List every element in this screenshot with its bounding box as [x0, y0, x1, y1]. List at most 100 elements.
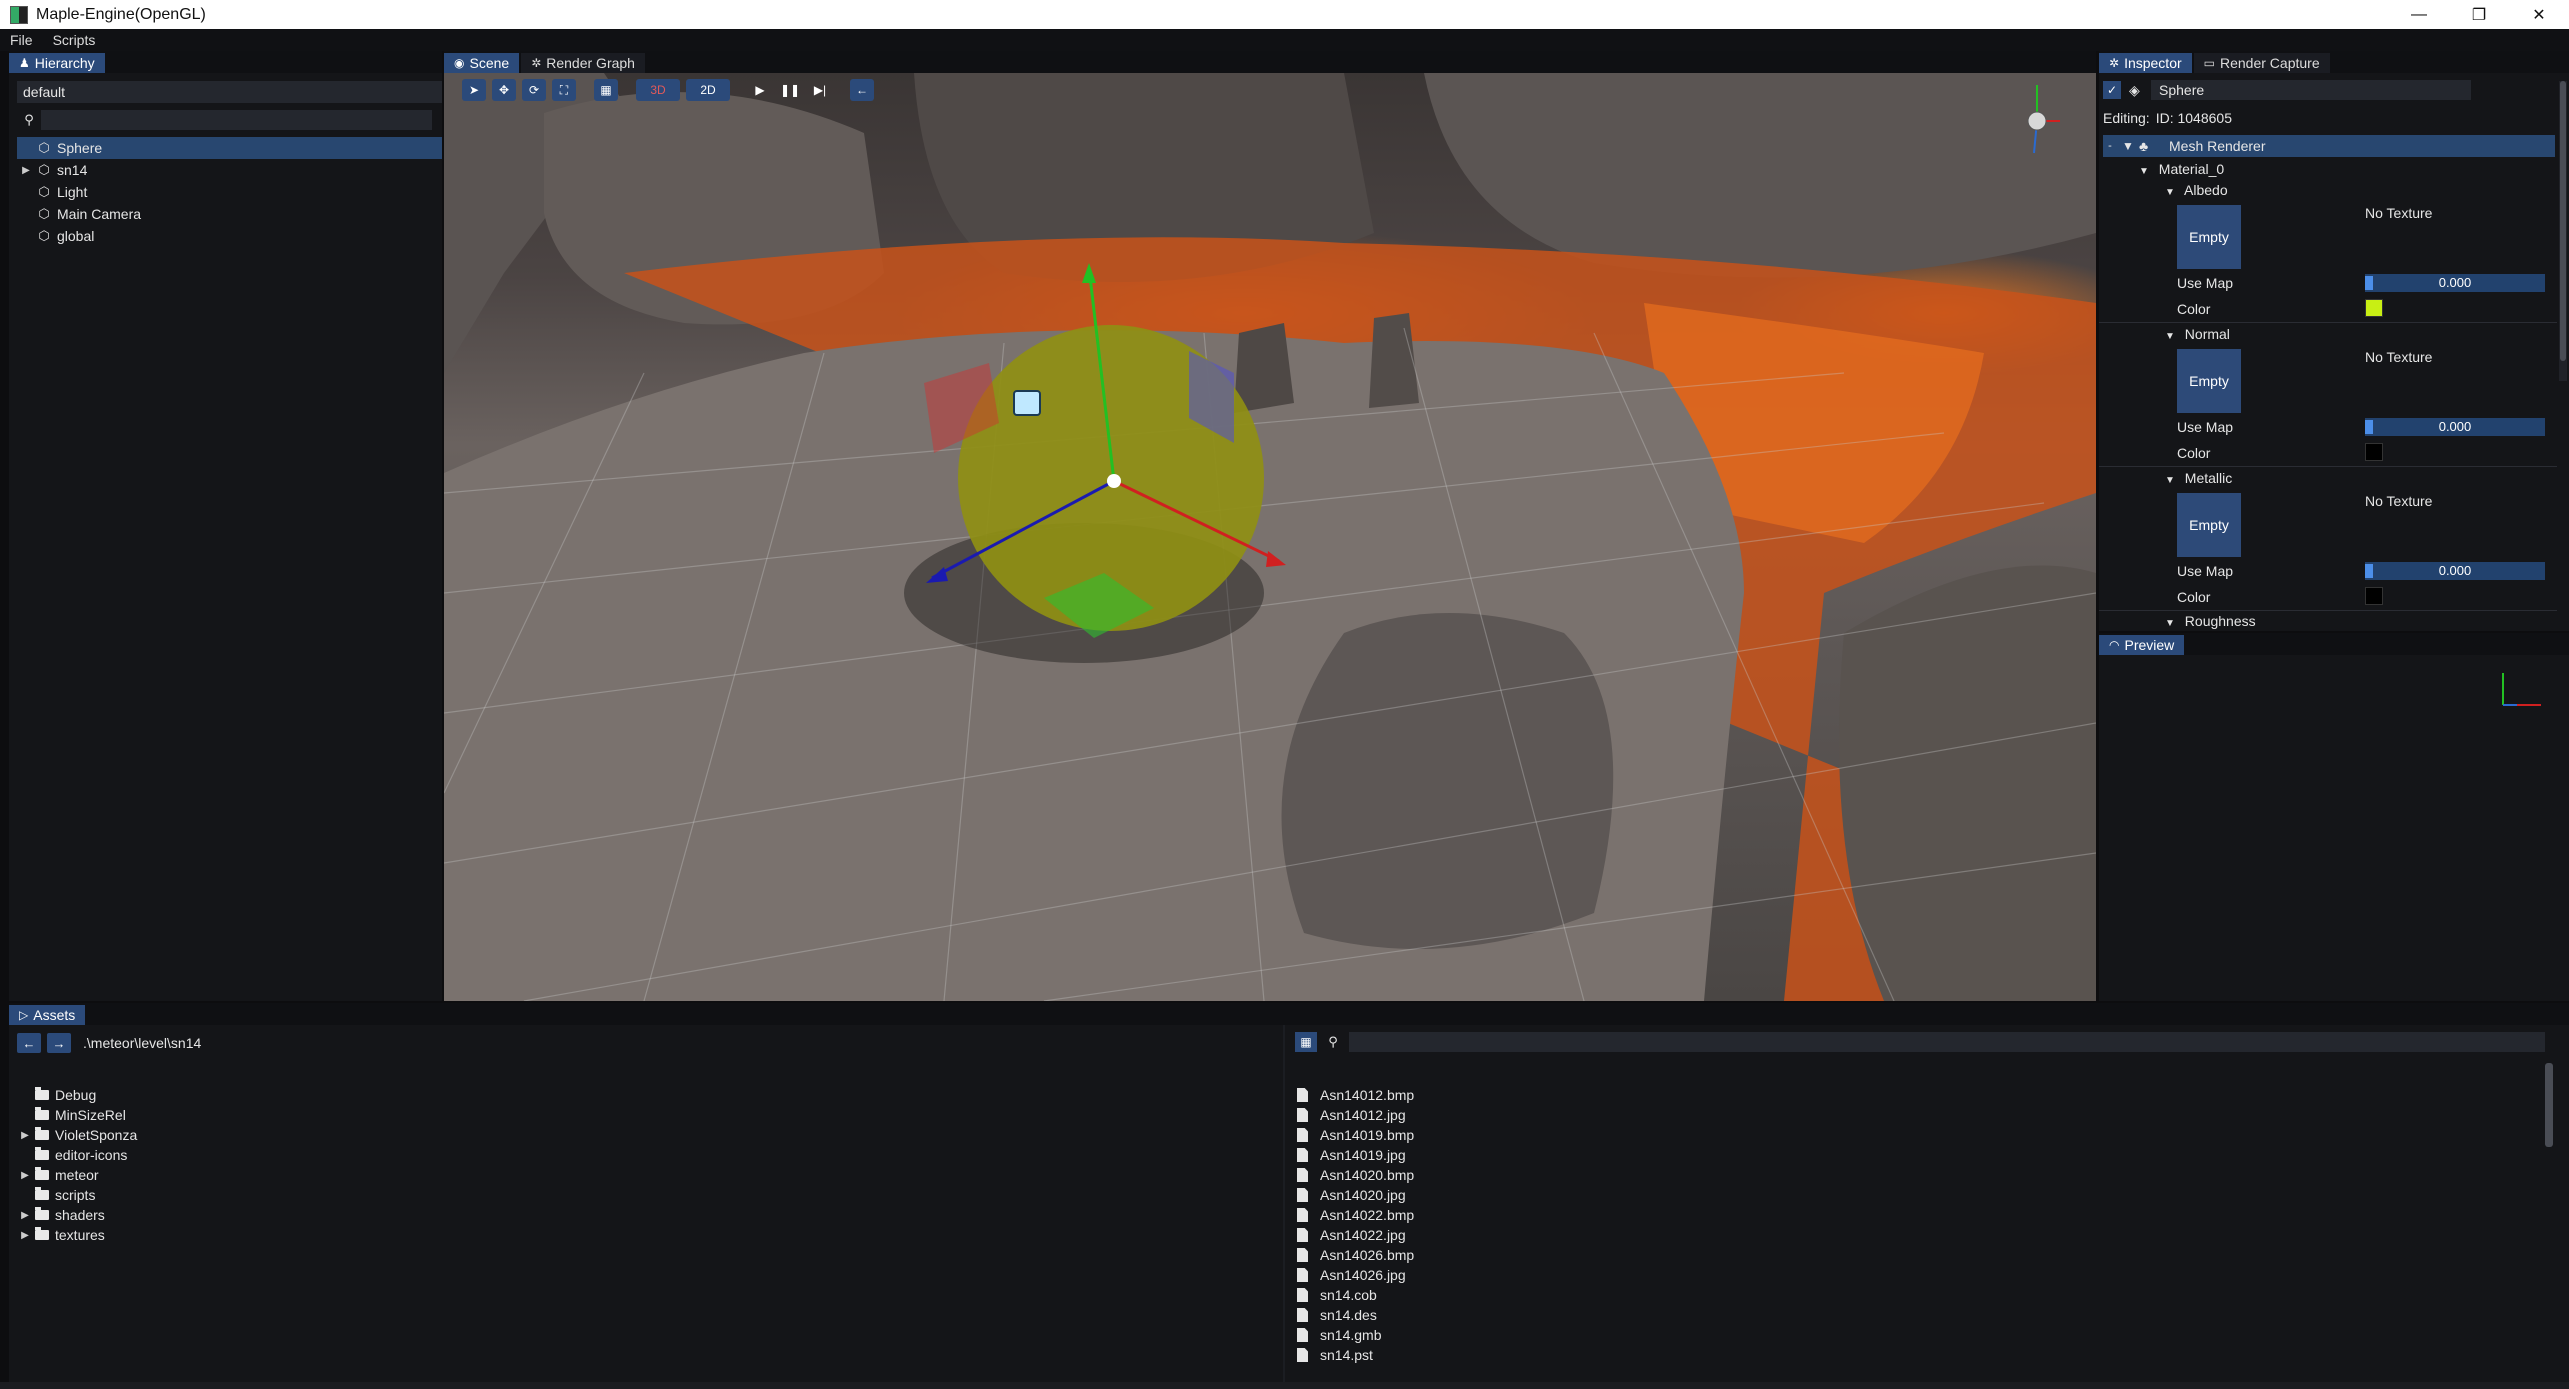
status-bar	[0, 1382, 2569, 1389]
pause-button[interactable]: ❚❚	[778, 79, 802, 101]
file-item[interactable]: Asn14020.jpg	[1297, 1185, 1406, 1205]
minimize-button[interactable]: —	[2389, 0, 2449, 29]
assets-splitter[interactable]	[1283, 1025, 1285, 1382]
folder-item[interactable]: scripts	[17, 1185, 95, 1205]
tab-hierarchy[interactable]: ♟ Hierarchy	[9, 53, 105, 73]
file-item[interactable]: sn14.des	[1297, 1305, 1377, 1325]
folder-item[interactable]: ▶ meteor	[17, 1165, 99, 1185]
eye-icon: ◠	[2109, 638, 2120, 652]
inspector-scrollbar[interactable]	[2559, 81, 2567, 381]
hierarchy-search-input[interactable]	[41, 110, 432, 130]
expand-arrow-icon[interactable]: ▶	[17, 1210, 33, 1221]
grid-view-button[interactable]: ▦	[1295, 1032, 1317, 1052]
asset-search-input[interactable]	[1349, 1032, 2545, 1052]
file-item[interactable]: Asn14026.jpg	[1297, 1265, 1406, 1285]
folder-item[interactable]: Debug	[17, 1085, 96, 1105]
file-item[interactable]: Asn14022.jpg	[1297, 1225, 1406, 1245]
file-icon	[1297, 1248, 1308, 1262]
file-item[interactable]: Asn14012.jpg	[1297, 1105, 1406, 1125]
file-item[interactable]: Asn14019.jpg	[1297, 1145, 1406, 1165]
expand-arrow-icon[interactable]: ▶	[17, 165, 35, 176]
folder-item[interactable]: editor-icons	[17, 1145, 127, 1165]
tree-item-sphere[interactable]: ⬡ Sphere	[17, 137, 442, 159]
menu-scripts[interactable]: Scripts	[43, 32, 106, 48]
component-menu-icon[interactable]: -	[2103, 140, 2117, 152]
section-albedo[interactable]: ▼ Albedo	[2165, 182, 2228, 198]
assets-scrollbar[interactable]	[2545, 1063, 2553, 1147]
section-normal[interactable]: ▼ Normal	[2165, 326, 2230, 342]
scene-dropdown[interactable]: default	[17, 81, 442, 103]
scene-viewport[interactable]: ➤ ✥ ⟳ ⛶ ▦ 3D 2D ▶ ❚❚ ▶| ←	[444, 73, 2096, 1001]
expand-arrow-icon[interactable]: ▶	[17, 1170, 33, 1181]
section-roughness[interactable]: ▼ Roughness	[2165, 613, 2256, 629]
camera-gizmo-icon[interactable]	[1013, 390, 1041, 416]
mode-2d-button[interactable]: 2D	[686, 79, 730, 101]
file-item[interactable]: Asn14022.bmp	[1297, 1205, 1414, 1225]
rotate-tool-button[interactable]: ⟳	[522, 79, 546, 101]
entity-icon: ⬡	[38, 140, 50, 155]
tab-preview[interactable]: ◠ Preview	[2099, 635, 2185, 655]
tab-scene[interactable]: ◉ Scene	[444, 53, 520, 73]
back-button[interactable]: ←	[850, 79, 874, 101]
metallic-color-swatch[interactable]	[2365, 587, 2383, 605]
nav-back-button[interactable]: ←	[17, 1033, 41, 1053]
normal-use-map-slider[interactable]: 0.000	[2365, 418, 2545, 436]
file-item[interactable]: Asn14019.bmp	[1297, 1125, 1414, 1145]
file-item[interactable]: Asn14012.bmp	[1297, 1085, 1414, 1105]
material-node[interactable]: ▼ Material_0	[2139, 161, 2224, 177]
step-button[interactable]: ▶|	[808, 79, 832, 101]
close-button[interactable]: ✕	[2509, 0, 2569, 29]
file-icon	[1297, 1168, 1308, 1182]
folder-item[interactable]: MinSizeRel	[17, 1105, 126, 1125]
metallic-texture-slot[interactable]: Empty	[2177, 493, 2241, 557]
normal-color-swatch[interactable]	[2365, 443, 2383, 461]
image-file-icon	[1297, 1148, 1308, 1162]
entity-name-field[interactable]: Sphere	[2151, 80, 2471, 100]
metallic-use-map-slider[interactable]: 0.000	[2365, 562, 2545, 580]
play-button[interactable]: ▶	[748, 79, 772, 101]
albedo-use-map-slider[interactable]: 0.000	[2365, 274, 2545, 292]
editing-id: ID: 1048605	[2155, 110, 2232, 126]
collapse-arrow-icon[interactable]: ▼	[2117, 139, 2139, 153]
move-tool-button[interactable]: ✥	[492, 79, 516, 101]
section-metallic[interactable]: ▼ Metallic	[2165, 470, 2232, 486]
albedo-texture-slot[interactable]: Empty	[2177, 205, 2241, 269]
tree-item-sn14[interactable]: ▶ ⬡ sn14	[17, 159, 442, 181]
file-item[interactable]: Asn14026.bmp	[1297, 1245, 1414, 1265]
tab-render-graph[interactable]: ✲ Render Graph	[521, 53, 645, 73]
assets-tabstrip: ▷ Assets	[9, 1003, 2569, 1025]
slider-value: 0.000	[2438, 275, 2472, 290]
mode-3d-button[interactable]: 3D	[636, 79, 680, 101]
gizmo-center[interactable]	[1107, 474, 1121, 488]
file-item[interactable]: sn14.gmb	[1297, 1325, 1381, 1345]
expand-arrow-icon[interactable]: ▶	[17, 1230, 33, 1241]
folder-label: shaders	[55, 1207, 105, 1223]
tab-inspector[interactable]: ✲ Inspector	[2099, 53, 2192, 73]
file-item[interactable]: sn14.cob	[1297, 1285, 1377, 1305]
tree-item-light[interactable]: ⬡ Light	[17, 181, 442, 203]
scale-tool-button[interactable]: ⛶	[552, 79, 576, 101]
collapse-arrow-icon: ▼	[2165, 331, 2175, 342]
mesh-renderer-header[interactable]: - ▼ ♣ Mesh Renderer	[2103, 135, 2555, 157]
entity-active-checkbox[interactable]: ✓	[2103, 81, 2121, 99]
folder-item[interactable]: ▶ shaders	[17, 1205, 105, 1225]
select-tool-button[interactable]: ➤	[462, 79, 486, 101]
tree-item-main-camera[interactable]: ⬡ Main Camera	[17, 203, 442, 225]
grid-toggle-button[interactable]: ▦	[594, 79, 618, 101]
tab-render-capture[interactable]: ▭ Render Capture	[2193, 53, 2330, 73]
expand-arrow-icon[interactable]: ▶	[17, 1130, 33, 1141]
normal-texture-slot[interactable]: Empty	[2177, 349, 2241, 413]
folder-item[interactable]: ▶ VioletSponza	[17, 1125, 137, 1145]
nav-forward-button[interactable]: →	[47, 1033, 71, 1053]
scrollbar-thumb[interactable]	[2560, 81, 2566, 361]
albedo-color-swatch[interactable]	[2365, 299, 2383, 317]
folder-item[interactable]: ▶ textures	[17, 1225, 105, 1245]
restore-button[interactable]: ❐	[2449, 0, 2509, 29]
folder-label: scripts	[55, 1187, 96, 1203]
search-icon: ⚲	[24, 112, 34, 127]
tree-item-global[interactable]: ⬡ global	[17, 225, 442, 247]
menu-file[interactable]: File	[0, 32, 43, 48]
tab-assets[interactable]: ▷ Assets	[9, 1005, 86, 1025]
file-item[interactable]: sn14.pst	[1297, 1345, 1373, 1365]
file-item[interactable]: Asn14020.bmp	[1297, 1165, 1414, 1185]
